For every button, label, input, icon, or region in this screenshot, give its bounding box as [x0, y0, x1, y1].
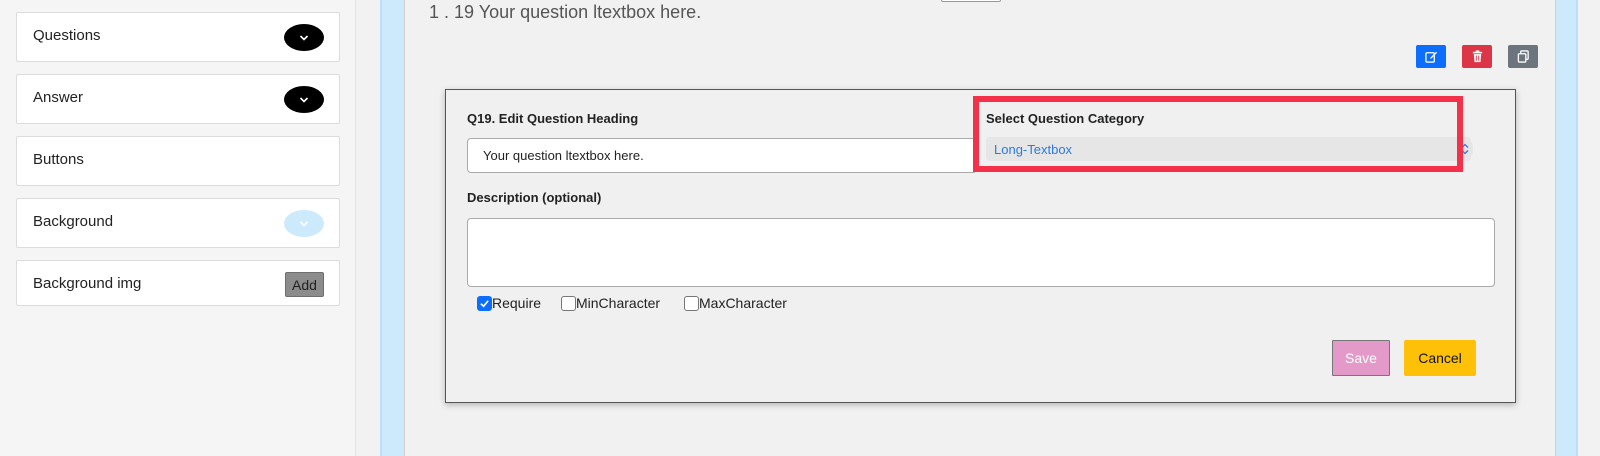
require-checkbox-row[interactable]: Require — [477, 295, 541, 311]
sidebar-item-label: Background img — [33, 275, 142, 292]
chevron-down-icon[interactable] — [284, 210, 324, 237]
save-button[interactable]: Save — [1332, 340, 1390, 376]
max-character-checkbox-row[interactable]: MaxCharacter — [684, 295, 787, 311]
require-checkbox[interactable] — [477, 295, 492, 311]
add-background-img-button[interactable]: Add — [285, 272, 324, 297]
category-selected-value: Long-Textbox — [994, 142, 1073, 157]
checkmark-icon — [480, 299, 489, 307]
sidebar-item-background-img[interactable]: Background img Add — [16, 260, 340, 306]
min-character-checkbox-row[interactable]: MinCharacter — [561, 295, 660, 311]
chevron-down-icon[interactable] — [284, 86, 324, 113]
cancel-button[interactable]: Cancel — [1404, 340, 1476, 376]
trash-icon — [1472, 50, 1482, 63]
edit-button[interactable] — [1416, 45, 1446, 68]
copy-icon — [1517, 50, 1529, 63]
sidebar-item-label: Questions — [33, 27, 101, 44]
max-character-checkbox[interactable] — [684, 295, 699, 311]
sidebar-item-label: Answer — [33, 89, 84, 106]
question-card: 1 . 19 Your question ltextbox here. Q19.… — [404, 0, 1556, 456]
question-title: 1 . 19 Your question ltextbox here. — [429, 2, 702, 22]
sidebar: Questions Answer Buttons Background Back… — [0, 0, 356, 456]
main-canvas: 1 . 19 Your question ltextbox here. Q19.… — [380, 0, 1578, 456]
sidebar-item-label: Buttons — [33, 151, 84, 168]
description-label: Description (optional) — [467, 190, 602, 205]
question-category-select[interactable]: Long-Textbox — [986, 137, 1473, 161]
require-label: Require — [492, 295, 542, 311]
min-character-label: MinCharacter — [576, 295, 661, 311]
drag-handle[interactable] — [941, 0, 1001, 2]
sidebar-item-answer[interactable]: Answer — [16, 74, 340, 124]
select-arrows-icon — [1457, 139, 1473, 159]
edit-icon — [1424, 51, 1437, 63]
heading-label: Q19. Edit Question Heading — [467, 111, 639, 126]
chevron-down-icon[interactable] — [284, 24, 324, 51]
sidebar-item-background[interactable]: Background — [16, 198, 340, 248]
sidebar-item-label: Background — [33, 213, 114, 230]
min-character-checkbox[interactable] — [561, 295, 576, 311]
question-heading-input[interactable]: Your question ltextbox here. — [467, 138, 977, 173]
description-textarea[interactable] — [467, 218, 1495, 287]
question-edit-panel: Q19. Edit Question Heading Your question… — [445, 89, 1516, 403]
sidebar-item-questions[interactable]: Questions — [16, 12, 340, 62]
duplicate-button[interactable] — [1508, 45, 1538, 68]
max-character-label: MaxCharacter — [699, 295, 787, 311]
category-label: Select Question Category — [986, 111, 1145, 126]
sidebar-item-buttons[interactable]: Buttons — [16, 136, 340, 186]
delete-button[interactable] — [1462, 45, 1492, 68]
